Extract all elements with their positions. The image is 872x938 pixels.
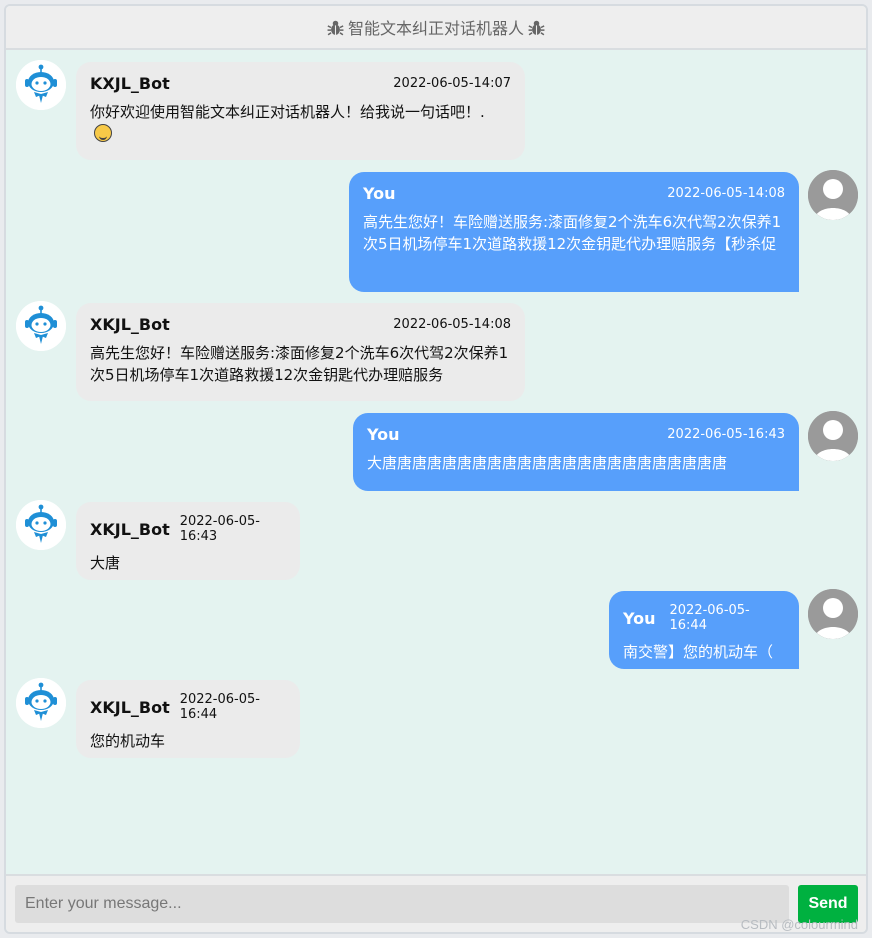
- chat-window: 智能文本纠正对话机器人 KXJL_Bot 2022-06-05-14:07 你好…: [4, 4, 868, 934]
- user-avatar: [808, 411, 858, 461]
- robot-icon: [16, 301, 66, 351]
- message-time: 2022-06-05-16:43: [667, 427, 785, 442]
- message-text: 南交警】您的机动车（: [623, 643, 774, 661]
- message-time: 2022-06-05-14:08: [393, 317, 511, 332]
- bot-avatar: [16, 500, 66, 550]
- user-silhouette-icon: [808, 589, 858, 639]
- bot-avatar: [16, 301, 66, 351]
- user-message: You 2022-06-05-14:08 高先生您好！车险赠送服务:漆面修复2个…: [349, 172, 799, 292]
- robot-icon: [16, 60, 66, 110]
- sender-name: XKJL_Bot: [90, 315, 170, 334]
- message-text: 你好欢迎使用智能文本纠正对话机器人！给我说一句话吧！.: [90, 101, 490, 145]
- user-silhouette-icon: [808, 170, 858, 220]
- watermark: CSDN @colourmind: [740, 917, 858, 932]
- grin-emoji-icon: [94, 124, 112, 142]
- bot-message: XKJL_Bot 2022-06-05-16:44 您的机动车: [76, 680, 300, 758]
- message-time: 2022-06-05-16:43: [179, 514, 260, 544]
- robot-icon: [16, 678, 66, 728]
- message-input-bar: Send: [6, 874, 866, 932]
- bug-icon: [327, 20, 344, 35]
- sender-name: You: [367, 425, 400, 444]
- robot-icon: [16, 500, 66, 550]
- message-time: 2022-06-05-16:44: [669, 603, 750, 633]
- bot-message: XKJL_Bot 2022-06-05-14:08 高先生您好！车险赠送服务:漆…: [76, 303, 525, 401]
- sender-name: KXJL_Bot: [90, 74, 170, 93]
- user-avatar: [808, 589, 858, 639]
- message-list[interactable]: KXJL_Bot 2022-06-05-14:07 你好欢迎使用智能文本纠正对话…: [6, 50, 866, 874]
- message-time: 2022-06-05-14:08: [667, 186, 785, 201]
- user-avatar: [808, 170, 858, 220]
- bot-avatar: [16, 678, 66, 728]
- sender-name: XKJL_Bot: [90, 697, 170, 717]
- message-time: 2022-06-05-14:07: [393, 76, 511, 91]
- message-text: 您的机动车: [90, 732, 166, 750]
- message-text: 高先生您好！车险赠送服务:漆面修复2个洗车6次代驾2次保养1次5日机场停车1次道…: [90, 344, 509, 384]
- bot-avatar: [16, 60, 66, 110]
- sender-name: You: [623, 608, 656, 628]
- bot-message: XKJL_Bot 2022-06-05-16:43 大唐: [76, 502, 300, 580]
- message-input[interactable]: [15, 885, 789, 923]
- user-message: You 2022-06-05-16:44 南交警】您的机动车（: [609, 591, 799, 669]
- user-message: You 2022-06-05-16:43 大唐唐唐唐唐唐唐唐唐唐唐唐唐唐唐唐唐唐…: [353, 413, 799, 491]
- chat-header: 智能文本纠正对话机器人: [6, 6, 866, 50]
- message-text: 大唐: [90, 554, 121, 572]
- sender-name: XKJL_Bot: [90, 519, 170, 539]
- message-text: 大唐唐唐唐唐唐唐唐唐唐唐唐唐唐唐唐唐唐唐唐唐唐唐: [367, 454, 728, 472]
- sender-name: You: [363, 184, 396, 203]
- bug-icon: [528, 20, 545, 35]
- page-title: 智能文本纠正对话机器人: [347, 19, 524, 38]
- user-silhouette-icon: [808, 411, 858, 461]
- bot-message: KXJL_Bot 2022-06-05-14:07 你好欢迎使用智能文本纠正对话…: [76, 62, 525, 160]
- message-text: 高先生您好！车险赠送服务:漆面修复2个洗车6次代驾2次保养1次5日机场停车1次道…: [363, 213, 782, 253]
- message-time: 2022-06-05-16:44: [179, 692, 260, 722]
